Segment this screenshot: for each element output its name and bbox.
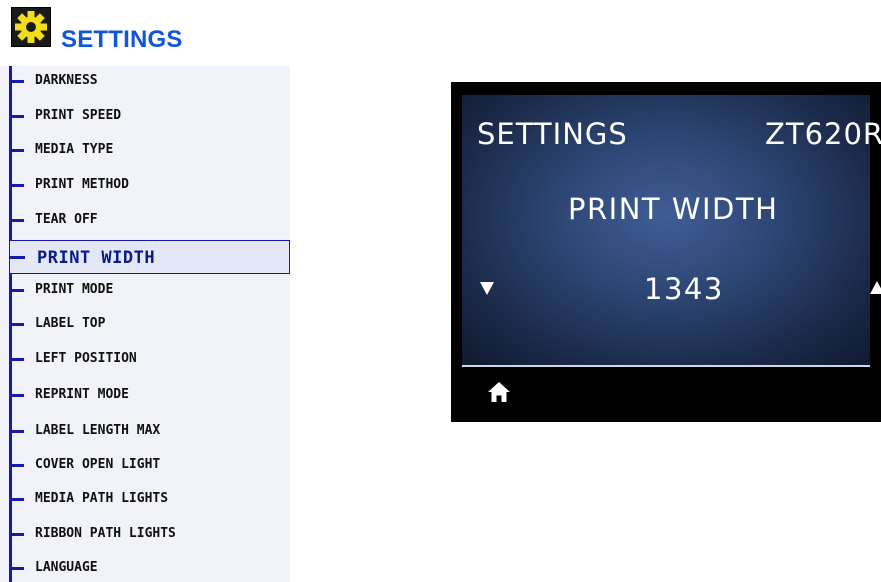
display-setting-value: 1343 (644, 272, 724, 306)
menu-item-label: LABEL LENGTH MAX (35, 423, 161, 438)
display-setting-name: PRINT WIDTH (568, 192, 779, 226)
menu-item-label: TEAR OFF (35, 212, 98, 227)
tree-branch-tick (9, 498, 24, 501)
tree-branch-tick (9, 149, 24, 152)
menu-item-label: PRINT SPEED (35, 108, 122, 123)
menu-item-darkness[interactable]: DARKNESS (9, 69, 289, 93)
menu-item-label: MEDIA PATH LIGHTS (35, 491, 169, 506)
triangle-up-icon[interactable] (870, 281, 881, 295)
menu-item-print-mode[interactable]: PRINT MODE (9, 278, 289, 302)
tree-branch-tick (9, 567, 24, 570)
tree-branch-tick (9, 323, 24, 326)
menu-item-reprint-mode[interactable]: REPRINT MODE (9, 383, 289, 407)
tree-branch-tick (9, 533, 24, 536)
menu-item-label: MEDIA TYPE (35, 142, 114, 157)
page-title: SETTINGS (61, 26, 183, 53)
tree-branch-tick (9, 394, 24, 397)
display-printer-model: ZT620R (765, 117, 881, 151)
menu-item-print-method[interactable]: PRINT METHOD (9, 173, 289, 197)
settings-menu-tree: DARKNESS PRINT SPEED MEDIA TYPE PRINT ME… (0, 66, 290, 582)
page-header: SETTINGS (0, 0, 300, 62)
tree-branch-tick (9, 115, 24, 118)
menu-item-print-speed[interactable]: PRINT SPEED (9, 104, 289, 128)
tree-branch-tick (9, 80, 24, 83)
menu-item-label: PRINT WIDTH (37, 248, 156, 268)
home-icon[interactable] (487, 381, 511, 403)
tree-branch-tick (9, 358, 24, 361)
tree-branch-tick (9, 430, 24, 433)
tree-branch-tick (10, 256, 25, 259)
menu-item-media-path-lights[interactable]: MEDIA PATH LIGHTS (9, 487, 289, 511)
menu-item-left-position[interactable]: LEFT POSITION (9, 347, 289, 371)
menu-item-label: COVER OPEN LIGHT (35, 457, 161, 472)
menu-item-ribbon-path-lights[interactable]: RIBBON PATH LIGHTS (9, 522, 289, 546)
menu-item-language[interactable]: LANGUAGE (9, 556, 289, 580)
menu-item-label: PRINT MODE (35, 282, 114, 297)
menu-item-label: LANGUAGE (35, 560, 98, 575)
display-divider (462, 365, 870, 367)
menu-item-print-width-selected[interactable]: PRINT WIDTH (9, 240, 290, 274)
printer-display: SETTINGS ZT620R PRINT WIDTH 1343 (451, 82, 881, 422)
triangle-down-icon[interactable] (480, 281, 494, 295)
tree-branch-tick (9, 219, 24, 222)
menu-item-label-top[interactable]: LABEL TOP (9, 312, 289, 336)
menu-item-label: REPRINT MODE (35, 387, 129, 402)
menu-item-label: PRINT METHOD (35, 177, 129, 192)
menu-item-label: LEFT POSITION (35, 351, 137, 366)
gear-icon (11, 7, 51, 47)
menu-item-label: RIBBON PATH LIGHTS (35, 526, 176, 541)
menu-item-cover-open-light[interactable]: COVER OPEN LIGHT (9, 453, 289, 477)
tree-branch-tick (9, 289, 24, 292)
display-title: SETTINGS (477, 117, 628, 151)
menu-item-label: DARKNESS (35, 73, 98, 88)
display-content-area: SETTINGS ZT620R PRINT WIDTH 1343 (462, 95, 881, 365)
tree-branch-tick (9, 184, 24, 187)
menu-item-media-type[interactable]: MEDIA TYPE (9, 138, 289, 162)
menu-item-label-length-max[interactable]: LABEL LENGTH MAX (9, 419, 289, 443)
menu-item-label: LABEL TOP (35, 316, 106, 331)
tree-branch-tick (9, 464, 24, 467)
menu-item-tear-off[interactable]: TEAR OFF (9, 208, 289, 232)
